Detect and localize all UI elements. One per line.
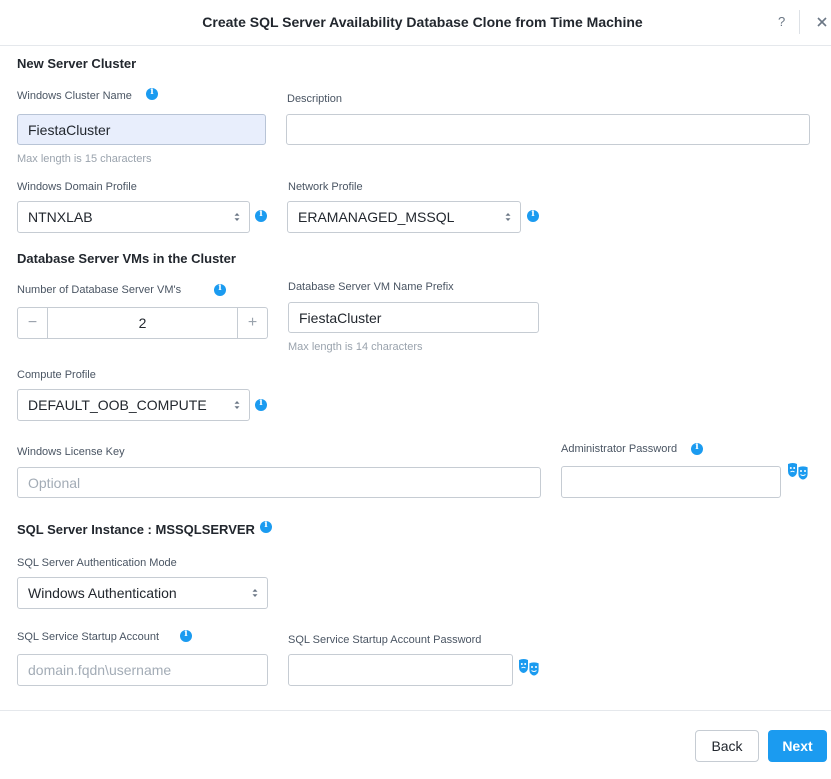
vm-count-value[interactable]: 2 [47, 308, 238, 338]
cluster-name-input[interactable]: FiestaCluster [17, 114, 266, 145]
info-icon[interactable] [146, 87, 158, 100]
admin-password-input[interactable] [561, 466, 781, 498]
show-password-icon[interactable] [786, 461, 810, 481]
network-profile-value: ERAMANAGED_MSSQL [298, 209, 455, 225]
info-icon[interactable] [260, 520, 272, 533]
info-icon[interactable] [180, 629, 192, 642]
vm-prefix-input[interactable]: FiestaCluster [288, 302, 539, 333]
vm-prefix-hint: Max length is 14 characters [288, 341, 423, 353]
section-title-db-server-vms: Database Server VMs in the Cluster [17, 251, 236, 266]
info-icon[interactable] [527, 209, 539, 222]
info-icon[interactable] [255, 209, 267, 222]
startup-account-label: SQL Service Startup Account [17, 631, 160, 643]
startup-password-input[interactable] [288, 654, 513, 686]
section-title-sql-instance: SQL Server Instance : MSSQLSERVER [17, 522, 255, 537]
startup-account-placeholder: domain.fqdn\username [28, 662, 172, 678]
compute-profile-select[interactable]: DEFAULT_OOB_COMPUTE [17, 389, 250, 421]
decrement-button[interactable]: − [18, 308, 47, 338]
cluster-name-label: Windows Cluster Name [17, 90, 132, 102]
license-key-input[interactable]: Optional [17, 467, 541, 498]
startup-account-input[interactable]: domain.fqdn\username [17, 654, 268, 686]
compute-profile-value: DEFAULT_OOB_COMPUTE [28, 397, 207, 413]
auth-mode-value: Windows Authentication [28, 585, 177, 601]
select-arrows-icon [234, 213, 240, 221]
auth-mode-select[interactable]: Windows Authentication [17, 577, 268, 609]
startup-password-label: SQL Service Startup Account Password [288, 634, 482, 646]
cluster-name-value: FiestaCluster [28, 121, 111, 138]
domain-profile-label: Windows Domain Profile [17, 181, 137, 193]
network-profile-label: Network Profile [288, 181, 363, 193]
close-icon[interactable] [813, 10, 831, 34]
auth-mode-label: SQL Server Authentication Mode [17, 557, 177, 569]
domain-profile-select[interactable]: NTNXLAB [17, 201, 250, 233]
description-input[interactable] [286, 114, 810, 145]
header-divider [799, 10, 800, 34]
show-password-icon[interactable] [517, 657, 541, 677]
next-button[interactable]: Next [768, 730, 827, 762]
cluster-name-hint: Max length is 15 characters [17, 153, 152, 165]
compute-profile-label: Compute Profile [17, 369, 96, 381]
vm-count-stepper[interactable]: − 2 + [17, 307, 268, 339]
vm-prefix-label: Database Server VM Name Prefix [288, 281, 454, 293]
select-arrows-icon [234, 401, 240, 409]
select-arrows-icon [505, 213, 511, 221]
info-icon[interactable] [691, 442, 703, 455]
back-button[interactable]: Back [695, 730, 759, 762]
dialog-title: Create SQL Server Availability Database … [202, 14, 643, 30]
increment-button[interactable]: + [238, 308, 267, 338]
help-icon[interactable]: ? [778, 14, 785, 29]
license-key-label: Windows License Key [17, 446, 125, 458]
admin-password-label: Administrator Password [561, 443, 678, 455]
info-icon[interactable] [214, 283, 226, 296]
domain-profile-value: NTNXLAB [28, 209, 93, 225]
dialog-body [0, 46, 831, 711]
license-key-placeholder: Optional [28, 474, 81, 491]
select-arrows-icon [252, 589, 258, 597]
section-title-new-server-cluster: New Server Cluster [17, 56, 137, 71]
description-label: Description [287, 93, 343, 105]
dialog-header: Create SQL Server Availability Database … [0, 0, 831, 46]
network-profile-select[interactable]: ERAMANAGED_MSSQL [287, 201, 521, 233]
info-icon[interactable] [255, 398, 267, 411]
vm-count-label: Number of Database Server VM's [17, 284, 182, 296]
vm-prefix-value: FiestaCluster [299, 309, 382, 326]
